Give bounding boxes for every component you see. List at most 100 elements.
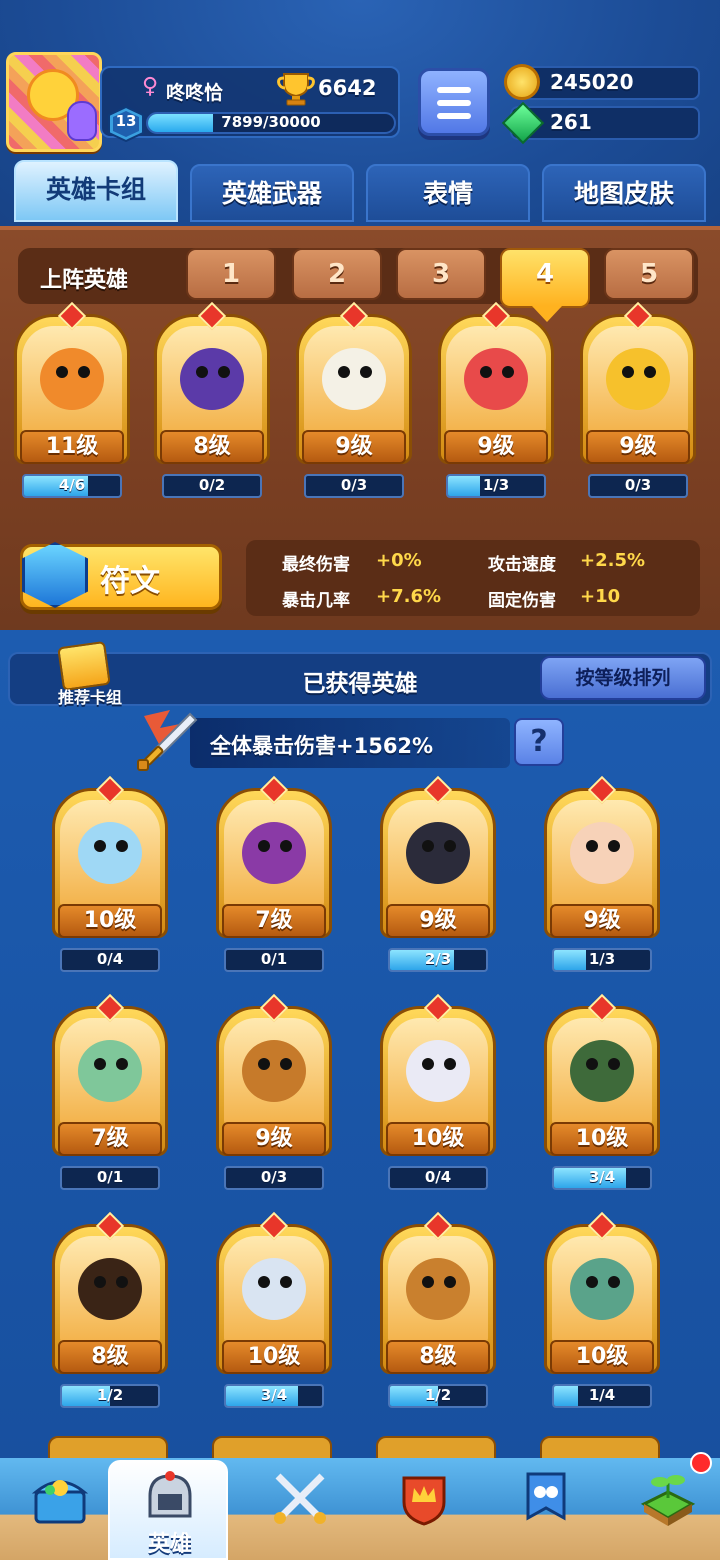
xp-text: 7899/30000 (221, 113, 321, 131)
guild-banner-icon (526, 1472, 566, 1521)
owned-hero-card[interactable]: 10级 3/4 (540, 993, 664, 1190)
hero-progress-text: 0/1 (260, 950, 288, 968)
owned-hero-card[interactable]: 10级 0/4 (48, 775, 172, 972)
hero-progress-text: 3/4 (260, 1386, 288, 1404)
hero-portrait (224, 1018, 324, 1126)
hero-portrait (388, 1236, 488, 1344)
hero-progress-text: 1/2 (96, 1386, 124, 1404)
hero-face-icon (570, 1258, 634, 1320)
sort-by-level-button[interactable]: 按等级排列 (540, 656, 706, 700)
hero-face-icon (406, 822, 470, 884)
nav-shop[interactable] (0, 1460, 120, 1560)
team-hero-card[interactable]: 8级 0/2 (150, 301, 274, 498)
hero-level: 7级 (58, 1122, 162, 1156)
hero-level: 9级 (302, 430, 406, 464)
help-button[interactable]: ? (514, 718, 564, 766)
tab-map-skins[interactable]: 地图皮肤 (542, 164, 706, 222)
recommend-deck-label[interactable]: 推荐卡组 (30, 684, 150, 708)
nav-island[interactable] (608, 1460, 720, 1560)
hero-progress-text: 3/4 (588, 1168, 616, 1186)
stat-fixed-damage-value: +10 (580, 586, 621, 607)
hero-progress-text: 0/1 (96, 1168, 124, 1186)
hero-progress-text: 0/3 (260, 1168, 288, 1186)
tab-emotes[interactable]: 表情 (366, 164, 530, 222)
trophy-count: 6642 (318, 76, 377, 100)
hero-portrait (446, 326, 546, 434)
hero-level: 8级 (58, 1340, 162, 1374)
team-slot-5[interactable]: 5 (604, 248, 694, 300)
owned-hero-card[interactable]: 7级 0/1 (48, 993, 172, 1190)
player-level: 13 (115, 112, 137, 130)
hero-level: 10级 (222, 1340, 326, 1374)
hero-portrait (388, 1018, 488, 1126)
helmet-icon (148, 1471, 192, 1518)
hero-progress-text: 0/3 (624, 476, 652, 494)
hero-progress-text: 0/4 (424, 1168, 452, 1186)
hero-progress-text: 1/3 (588, 950, 616, 968)
tab-hero-weapons[interactable]: 英雄武器 (190, 164, 354, 222)
next-row-card-top (540, 1436, 660, 1460)
nav-battle[interactable] (240, 1460, 360, 1560)
owned-hero-card[interactable]: 10级 0/4 (376, 993, 500, 1190)
hero-level: 9级 (222, 1122, 326, 1156)
gem-count: 261 (550, 110, 592, 134)
treasure-chest-icon (31, 1480, 89, 1524)
hero-progress-text: 1/3 (482, 476, 510, 494)
team-hero-card[interactable]: 9级 0/3 (576, 301, 700, 498)
team-slot-3[interactable]: 3 (396, 248, 486, 300)
player-avatar[interactable] (6, 52, 102, 152)
owned-hero-card[interactable]: 10级 1/4 (540, 1211, 664, 1408)
hero-face-icon (464, 348, 528, 410)
menu-icon (437, 87, 471, 93)
team-hero-card[interactable]: 11级 4/6 (10, 301, 134, 498)
owned-hero-card[interactable]: 8级 1/2 (48, 1211, 172, 1408)
hero-progress-text: 4/6 (58, 476, 86, 494)
nav-guild[interactable] (486, 1460, 606, 1560)
team-hero-card[interactable]: 9级 0/3 (292, 301, 416, 498)
hero-level: 9级 (550, 904, 654, 938)
hero-portrait (162, 326, 262, 434)
owned-hero-card[interactable]: 10级 3/4 (212, 1211, 336, 1408)
owned-hero-card[interactable]: 9级 0/3 (212, 993, 336, 1190)
menu-button[interactable] (418, 68, 490, 136)
hero-face-icon (406, 1040, 470, 1102)
stat-attack-speed-label: 攻击速度 (488, 555, 556, 575)
team-slot-4[interactable]: 4 (500, 248, 590, 322)
slime-avatar-icon (67, 101, 97, 141)
hero-portrait (60, 1236, 160, 1344)
hero-level: 9级 (386, 904, 490, 938)
stat-crit-rate-label: 暴击几率 (282, 591, 350, 611)
nav-ranking[interactable] (364, 1460, 484, 1560)
hero-portrait (552, 800, 652, 908)
hero-progress-text: 1/4 (588, 1386, 616, 1404)
hero-face-icon (322, 348, 386, 410)
team-slot-1[interactable]: 1 (186, 248, 276, 300)
tab-hero-deck[interactable]: 英雄卡组 (14, 160, 178, 222)
hero-level: 9级 (586, 430, 690, 464)
hero-face-icon (78, 822, 142, 884)
hero-level: 10级 (550, 1122, 654, 1156)
owned-hero-card[interactable]: 8级 1/2 (376, 1211, 500, 1408)
hero-level: 7级 (222, 904, 326, 938)
owned-hero-card[interactable]: 7级 0/1 (212, 775, 336, 972)
nav-heroes[interactable]: 英雄 (108, 1460, 228, 1560)
stat-final-damage-value: +0% (376, 550, 422, 571)
female-icon: ♀ (142, 74, 159, 99)
hero-face-icon (242, 1258, 306, 1320)
owned-hero-card[interactable]: 9级 1/3 (540, 775, 664, 972)
team-hero-card[interactable]: 9级 1/3 (434, 301, 558, 498)
hero-face-icon (406, 1258, 470, 1320)
notification-dot (690, 1452, 712, 1474)
hero-face-icon (242, 1040, 306, 1102)
next-row-card-top (48, 1436, 168, 1460)
hero-face-icon (78, 1258, 142, 1320)
trophy-icon (277, 73, 315, 106)
team-slot-2[interactable]: 2 (292, 248, 382, 300)
hero-level: 10级 (386, 1122, 490, 1156)
nav-heroes-label: 英雄 (147, 1532, 192, 1557)
hero-portrait (552, 1236, 652, 1344)
stat-final-damage-label: 最终伤害 (282, 555, 350, 575)
hero-level: 8级 (160, 430, 264, 464)
owned-hero-card[interactable]: 9级 2/3 (376, 775, 500, 972)
hero-portrait (224, 800, 324, 908)
